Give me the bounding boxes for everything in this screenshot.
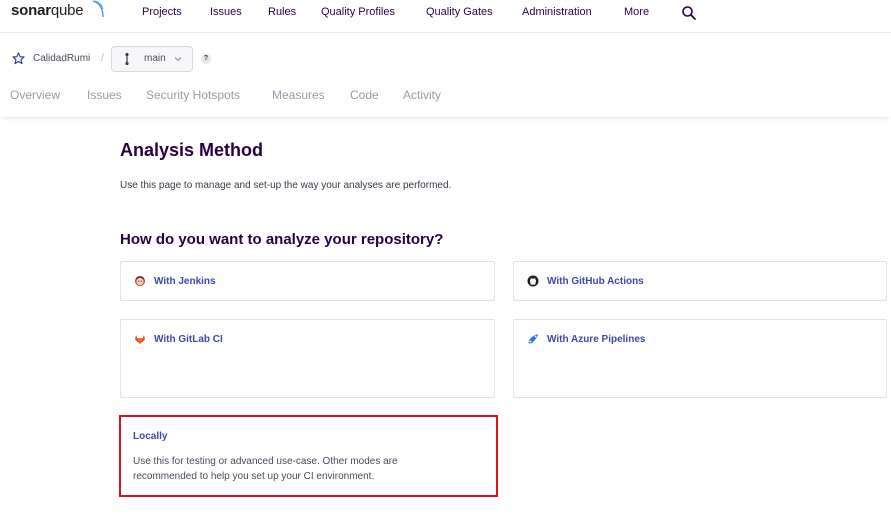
tab-security-hotspots[interactable]: Security Hotspots [146,88,240,102]
method-label-locally: Locally [133,431,168,442]
nav-projects[interactable]: Projects [142,6,182,18]
page-description: Use this page to manage and set-up the w… [120,180,452,191]
method-card-locally[interactable]: Locally Use this for testing or advanced… [119,415,498,497]
help-icon[interactable]: ? [201,54,211,64]
github-icon [527,275,539,287]
search-icon[interactable] [681,5,697,21]
sonarqube-logo[interactable]: sonarqube [11,2,84,19]
method-label-github-actions: With GitHub Actions [547,276,644,287]
project-name-link[interactable]: CalidadRumi [33,53,90,64]
nav-quality-profiles[interactable]: Quality Profiles [321,6,395,18]
tab-issues[interactable]: Issues [87,88,122,102]
method-card-jenkins[interactable]: With Jenkins [120,261,495,301]
tab-measures[interactable]: Measures [272,88,325,102]
nav-administration[interactable]: Administration [522,6,592,18]
jenkins-icon [135,276,145,286]
azure-pipelines-icon [528,334,538,344]
chevron-down-icon [174,57,182,62]
locally-description: Use this for testing or advanced use-cas… [133,456,398,482]
method-label-gitlab-ci: With GitLab CI [154,334,223,345]
method-card-gitlab-ci[interactable]: With GitLab CI [120,319,495,398]
tab-code[interactable]: Code [350,88,379,102]
nav-rules[interactable]: Rules [268,6,296,18]
method-label-azure-pipelines: With Azure Pipelines [547,334,646,345]
project-header: CalidadRumi / main ? Overview Issues Sec… [0,33,891,117]
analysis-question: How do you want to analyze your reposito… [120,231,444,248]
breadcrumb-separator: / [101,52,105,64]
tab-activity[interactable]: Activity [403,88,441,102]
page-title: Analysis Method [120,140,264,160]
branch-name: main [144,53,166,64]
sonarqube-wave-icon [92,0,104,18]
nav-more[interactable]: More [624,6,649,18]
method-card-azure-pipelines[interactable]: With Azure Pipelines [513,319,887,398]
method-card-github-actions[interactable]: With GitHub Actions [513,261,887,301]
method-label-jenkins: With Jenkins [154,276,216,287]
nav-issues[interactable]: Issues [210,6,242,18]
tab-overview[interactable]: Overview [10,88,60,102]
nav-quality-gates[interactable]: Quality Gates [426,6,493,18]
top-navigation: sonarqube Projects Issues Rules Quality … [0,0,891,33]
favorite-star-icon[interactable] [12,52,25,65]
branch-icon [125,52,129,66]
gitlab-icon [135,335,145,344]
branch-selector[interactable]: main [111,46,193,72]
